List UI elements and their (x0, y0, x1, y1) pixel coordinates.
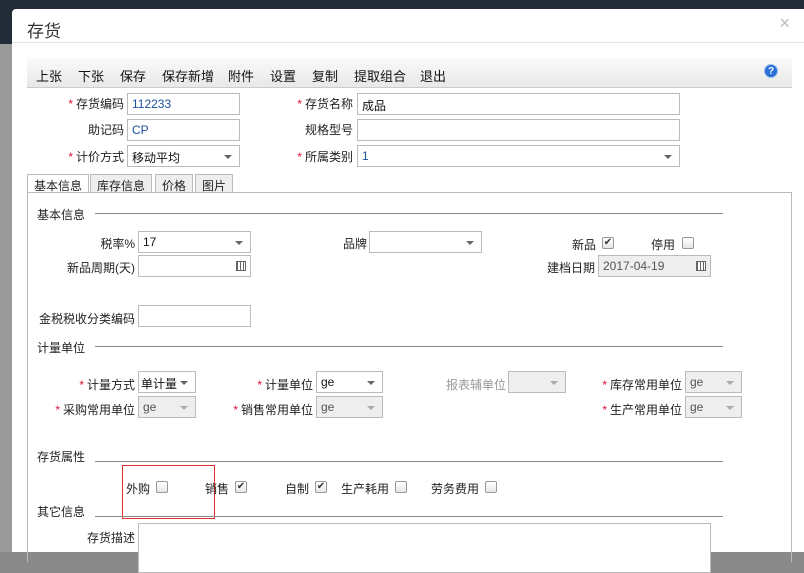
exit-button[interactable]: 退出 (420, 66, 446, 85)
attr-selfmade-checkbox[interactable]: ✔ (315, 481, 327, 493)
taxcode-label: 金税税收分类编码 (38, 312, 135, 326)
mnemonic-label: 助记码 (87, 123, 124, 137)
pricing-select[interactable]: 移动平均 (127, 145, 240, 167)
inventory-dialog: 存货 × 上张 下张 保存 保存新增 附件 设置 复制 提取组合 退出 ? * 存… (12, 9, 804, 573)
name-label: * 存货名称 (297, 97, 353, 111)
stock-unit-label: * 库存常用单位 (602, 378, 682, 392)
taxcode-input[interactable] (138, 305, 251, 327)
report-unit-select[interactable] (508, 371, 566, 393)
brand-label: 品牌 (342, 237, 367, 251)
unit-label: * 计量单位 (257, 378, 313, 392)
divider (95, 461, 723, 462)
extract-combo-button[interactable]: 提取组合 (354, 66, 406, 85)
attr-selfmade-label: 自制 (285, 482, 310, 496)
save-button[interactable]: 保存 (120, 66, 146, 85)
stock-unit-select[interactable]: ge (685, 371, 742, 393)
disabled-label: 停用 (650, 238, 675, 252)
production-unit-label: * 生产常用单位 (602, 403, 682, 417)
copy-button[interactable]: 复制 (312, 66, 338, 85)
purchase-unit-label: * 采购常用单位 (55, 403, 135, 417)
divider (95, 346, 723, 347)
tab-images[interactable]: 图片 (195, 174, 234, 193)
help-icon[interactable]: ? (764, 64, 778, 78)
created-date-input[interactable]: 2017-04-19 (598, 255, 711, 277)
description-label: 存货描述 (86, 531, 135, 545)
cycle-input[interactable] (138, 255, 251, 277)
section-other-title: 其它信息 (37, 505, 86, 519)
disabled-checkbox[interactable] (682, 237, 694, 249)
new-label: 新品 (571, 238, 596, 252)
unit-select[interactable]: ge (316, 371, 383, 393)
pricing-label: * 计价方式 (68, 150, 124, 164)
purchase-unit-select[interactable]: ge (138, 396, 196, 418)
prev-button[interactable]: 上张 (36, 66, 62, 85)
code-input[interactable]: 112233 (127, 93, 240, 115)
toolbar: 上张 下张 保存 保存新增 附件 设置 复制 提取组合 退出 ? (27, 58, 792, 88)
save-new-button[interactable]: 保存新增 (162, 66, 214, 85)
attr-consumption-checkbox[interactable] (395, 481, 407, 493)
category-label: * 所属类别 (297, 150, 353, 164)
brand-select[interactable] (369, 231, 482, 253)
calendar-icon[interactable] (236, 261, 246, 271)
attr-consumption-label: 生产耗用 (341, 482, 390, 496)
tab-price[interactable]: 价格 (155, 174, 194, 193)
production-unit-select[interactable]: ge (685, 396, 742, 418)
code-label: * 存货编码 (68, 97, 124, 111)
spec-label: 规格型号 (304, 123, 353, 137)
sales-unit-label: * 销售常用单位 (233, 403, 313, 417)
background-sidebar (0, 44, 12, 552)
method-label: * 计量方式 (79, 378, 135, 392)
sales-unit-select[interactable]: ge (316, 396, 383, 418)
tab-basic-info[interactable]: 基本信息 (27, 174, 90, 193)
attr-purchase-checkbox[interactable] (156, 481, 168, 493)
attr-purchase-label: 外购 (126, 482, 151, 496)
method-select[interactable]: 单计量 (138, 371, 196, 393)
section-basic-title: 基本信息 (37, 208, 86, 222)
description-textarea[interactable] (138, 523, 711, 573)
settings-button[interactable]: 设置 (270, 66, 296, 85)
spec-input[interactable] (357, 119, 680, 141)
cycle-label: 新品周期(天) (67, 261, 135, 275)
close-icon[interactable]: × (779, 13, 790, 34)
attr-sales-checkbox[interactable]: ✔ (235, 481, 247, 493)
dialog-title: 存货 (27, 22, 61, 41)
attr-service-label: 劳务费用 (431, 482, 480, 496)
section-attrs-title: 存货属性 (37, 450, 86, 464)
category-select[interactable]: 1 (357, 145, 680, 167)
divider (12, 42, 804, 43)
section-units-title: 计量单位 (37, 341, 86, 355)
new-checkbox[interactable]: ✔ (602, 237, 614, 249)
attr-service-checkbox[interactable] (485, 481, 497, 493)
tax-select[interactable]: 17 (138, 231, 251, 253)
attr-sales-label: 销售 (205, 482, 230, 496)
report-unit-label: 报表辅单位 (445, 378, 506, 392)
divider (95, 213, 723, 214)
calendar-icon[interactable] (696, 261, 706, 271)
attachment-button[interactable]: 附件 (228, 66, 254, 85)
created-label: 建档日期 (546, 261, 595, 275)
mnemonic-input[interactable]: CP (127, 119, 240, 141)
divider (95, 516, 723, 517)
created-value: 2017-04-19 (603, 259, 665, 273)
tab-panel: 基本信息 税率% 17 品牌 新品 ✔ 停用 新品周期(天) 建档日期 2017… (27, 192, 792, 573)
next-button[interactable]: 下张 (78, 66, 104, 85)
tab-stock-info[interactable]: 库存信息 (90, 174, 153, 193)
tax-label: 税率% (100, 237, 135, 251)
name-input[interactable]: 成品 (357, 93, 680, 115)
